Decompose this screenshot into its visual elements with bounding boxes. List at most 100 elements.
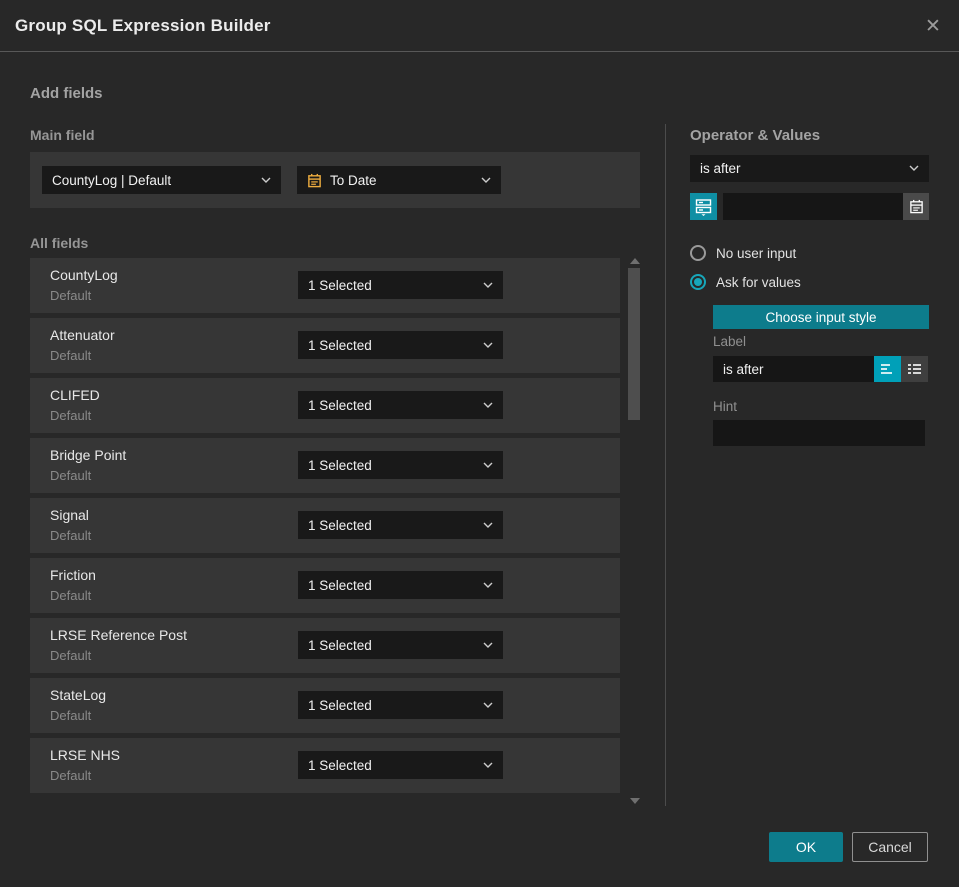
field-name: Bridge Point: [50, 447, 127, 463]
hint-input[interactable]: [713, 420, 925, 446]
field-name: Friction: [50, 567, 96, 583]
chevron-down-icon: [483, 402, 493, 409]
field-selected-dropdown[interactable]: 1 Selected: [298, 751, 503, 779]
field-row-signal: Signal Default 1 Selected: [30, 498, 620, 553]
input-style-list-button[interactable]: [901, 356, 928, 382]
chevron-down-icon: [483, 342, 493, 349]
main-field-panel: CountyLog | Default To Date: [30, 152, 640, 208]
chevron-down-icon: [483, 642, 493, 649]
field-row-attenuator: Attenuator Default 1 Selected: [30, 318, 620, 373]
field-name: LRSE NHS: [50, 747, 121, 763]
field-row-friction: Friction Default 1 Selected: [30, 558, 620, 613]
radio-checked-icon[interactable]: [690, 274, 706, 290]
field-type: Default: [50, 408, 92, 423]
field-name: Attenuator: [50, 327, 115, 343]
value-input[interactable]: [723, 193, 903, 220]
chevron-down-icon: [483, 762, 493, 769]
operator-values-heading: Operator & Values: [690, 127, 821, 144]
list-scrollbar[interactable]: [627, 256, 642, 806]
field-type: Default: [50, 708, 92, 723]
field-type: Default: [50, 348, 92, 363]
label-field-label: Label: [713, 334, 747, 349]
hint-field-label: Hint: [713, 399, 738, 414]
operator-select[interactable]: is after: [690, 155, 929, 182]
align-left-icon: [880, 363, 895, 376]
list-icon: [907, 363, 922, 376]
chevron-down-icon: [261, 177, 271, 184]
field-name: StateLog: [50, 687, 107, 703]
field-selected-value: 1 Selected: [308, 517, 372, 533]
field-selected-value: 1 Selected: [308, 637, 372, 653]
field-row-countylog: CountyLog Default 1 Selected: [30, 258, 620, 313]
field-selected-value: 1 Selected: [308, 277, 372, 293]
field-name: CLIFED: [50, 387, 100, 403]
value-source-button[interactable]: [690, 193, 717, 220]
field-type: Default: [50, 648, 92, 663]
close-icon[interactable]: ✕: [921, 14, 945, 38]
radio-no-user-input[interactable]: No user input: [690, 245, 796, 261]
main-field-select[interactable]: CountyLog | Default: [42, 166, 281, 194]
field-selected-value: 1 Selected: [308, 457, 372, 473]
date-part-select-value: To Date: [330, 172, 377, 188]
radio-ask-for-values[interactable]: Ask for values: [690, 274, 801, 290]
choose-input-style-button[interactable]: Choose input style: [713, 305, 929, 329]
field-selected-value: 1 Selected: [308, 397, 372, 413]
main-field-select-value: CountyLog | Default: [52, 172, 172, 188]
stacked-values-icon: [695, 198, 712, 216]
add-fields-heading: Add fields: [30, 85, 103, 102]
scrollbar-thumb[interactable]: [628, 268, 640, 420]
field-row-lrse-nhs: LRSE NHS Default 1 Selected: [30, 738, 620, 793]
radio-no-user-input-label: No user input: [716, 245, 797, 261]
field-name: Signal: [50, 507, 89, 523]
field-name: CountyLog: [50, 267, 118, 283]
field-selected-value: 1 Selected: [308, 337, 372, 353]
all-fields-label: All fields: [30, 235, 89, 251]
calendar-icon: [909, 199, 924, 214]
calendar-icon: [307, 173, 322, 188]
label-input[interactable]: [713, 356, 874, 382]
group-sql-expression-builder-dialog: Group SQL Expression Builder ✕ Add field…: [0, 0, 959, 887]
field-selected-dropdown[interactable]: 1 Selected: [298, 271, 503, 299]
field-selected-dropdown[interactable]: 1 Selected: [298, 631, 503, 659]
radio-ask-for-values-label: Ask for values: [716, 274, 801, 290]
chevron-down-icon: [483, 462, 493, 469]
field-selected-value: 1 Selected: [308, 757, 372, 773]
field-type: Default: [50, 468, 92, 483]
field-type: Default: [50, 288, 92, 303]
field-selected-value: 1 Selected: [308, 697, 372, 713]
field-selected-dropdown[interactable]: 1 Selected: [298, 451, 503, 479]
main-field-label: Main field: [30, 127, 95, 143]
field-name: LRSE Reference Post: [50, 627, 187, 643]
dialog-title: Group SQL Expression Builder: [15, 15, 271, 35]
radio-unchecked-icon[interactable]: [690, 245, 706, 261]
field-selected-value: 1 Selected: [308, 577, 372, 593]
field-selected-dropdown[interactable]: 1 Selected: [298, 391, 503, 419]
chevron-down-icon: [481, 177, 491, 184]
field-selected-dropdown[interactable]: 1 Selected: [298, 691, 503, 719]
ok-button[interactable]: OK: [769, 832, 843, 862]
field-type: Default: [50, 588, 92, 603]
chevron-down-icon: [483, 282, 493, 289]
panel-divider: [665, 124, 666, 806]
dialog-titlebar: Group SQL Expression Builder: [0, 0, 959, 52]
field-selected-dropdown[interactable]: 1 Selected: [298, 571, 503, 599]
field-row-bridge-point: Bridge Point Default 1 Selected: [30, 438, 620, 493]
date-part-select[interactable]: To Date: [297, 166, 501, 194]
field-selected-dropdown[interactable]: 1 Selected: [298, 511, 503, 539]
field-row-statelog: StateLog Default 1 Selected: [30, 678, 620, 733]
operator-select-value: is after: [700, 161, 741, 176]
chevron-down-icon: [909, 165, 919, 172]
field-selected-dropdown[interactable]: 1 Selected: [298, 331, 503, 359]
chevron-down-icon: [483, 522, 493, 529]
scroll-down-icon[interactable]: [630, 798, 640, 804]
field-type: Default: [50, 528, 92, 543]
scroll-up-icon[interactable]: [630, 258, 640, 264]
cancel-button[interactable]: Cancel: [852, 832, 928, 862]
date-picker-button[interactable]: [903, 193, 929, 220]
input-style-single-button[interactable]: [874, 356, 901, 382]
chevron-down-icon: [483, 582, 493, 589]
field-type: Default: [50, 768, 92, 783]
field-row-clifed: CLIFED Default 1 Selected: [30, 378, 620, 433]
field-row-lrse-reference-post: LRSE Reference Post Default 1 Selected: [30, 618, 620, 673]
chevron-down-icon: [483, 702, 493, 709]
